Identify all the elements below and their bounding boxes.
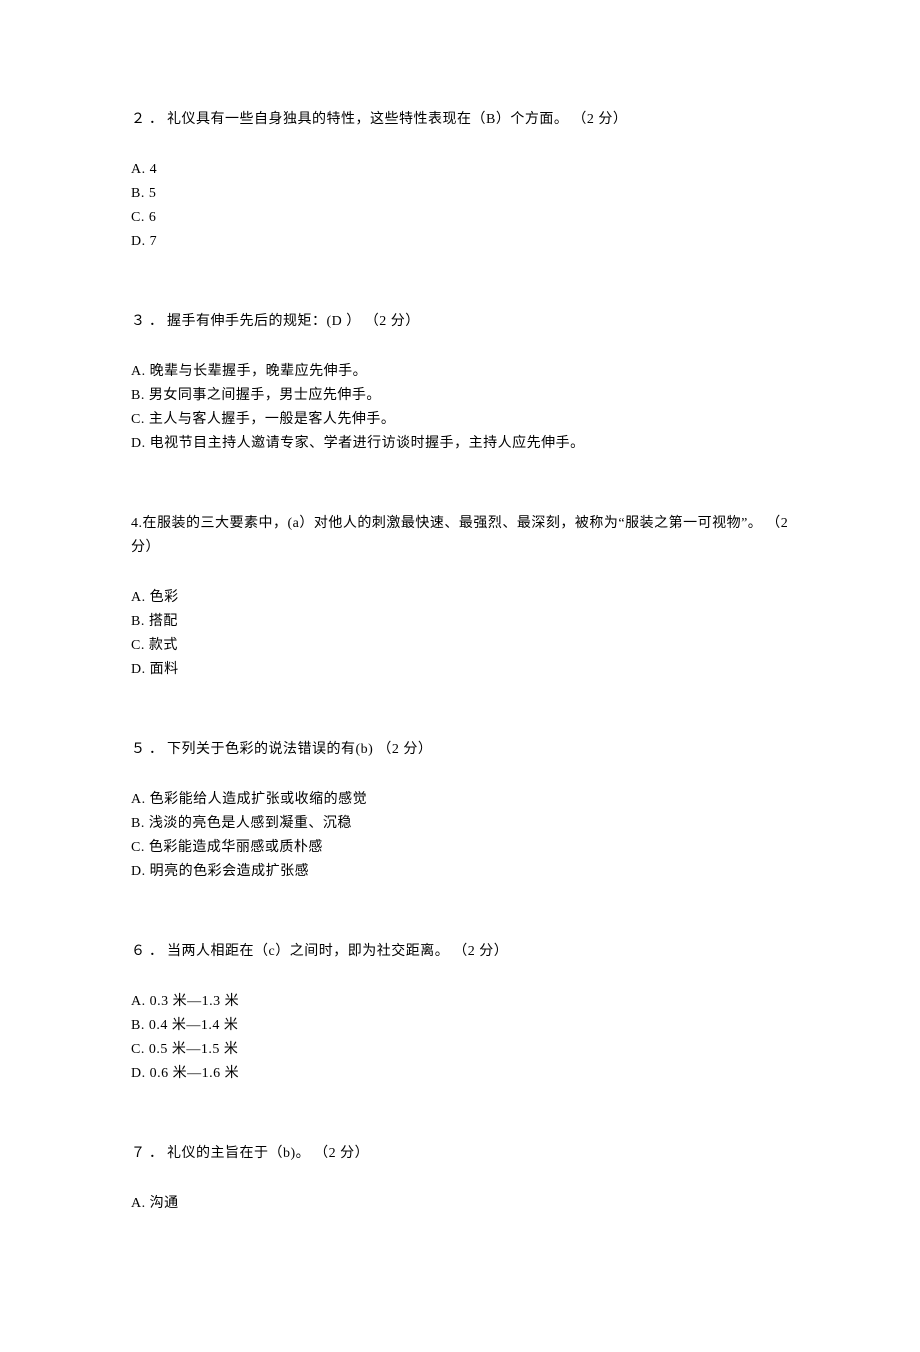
option: C. 0.5 米—1.5 米 [131,1038,795,1062]
option: D. 电视节目主持人邀请专家、学者进行访谈时握手，主持人应先伸手。 [131,432,795,456]
question-text: ５．下列关于色彩的说法错误的有(b) （2 分） [131,738,795,762]
question-text: ６．当两人相距在（c）之间时，即为社交距离。 （2 分） [131,940,795,964]
question-text: ３．握手有伸手先后的规矩：(D ） （2 分） [131,310,795,334]
options-list: A. 0.3 米—1.3 米 B. 0.4 米—1.4 米 C. 0.5 米—1… [131,990,795,1086]
question-block: ５．下列关于色彩的说法错误的有(b) （2 分） A. 色彩能给人造成扩张或收缩… [131,738,795,884]
question-number: ７． [131,1146,167,1161]
question-block: ３．握手有伸手先后的规矩：(D ） （2 分） A. 晚辈与长辈握手，晚辈应先伸… [131,310,795,456]
question-number: ３． [131,314,167,329]
question-body: 礼仪的主旨在于（b)。 （2 分） [167,1146,369,1161]
option: D. 0.6 米—1.6 米 [131,1062,795,1086]
options-list: A. 晚辈与长辈握手，晚辈应先伸手。 B. 男女同事之间握手，男士应先伸手。 C… [131,360,795,456]
question-number: 4. [131,516,143,531]
options-list: A. 沟通 [131,1192,795,1216]
option: B. 男女同事之间握手，男士应先伸手。 [131,384,795,408]
question-text: 4.在服装的三大要素中，(a）对他人的刺激最快速、最强烈、最深刻，被称为“服装之… [131,512,795,560]
question-body: 握手有伸手先后的规矩：(D ） （2 分） [167,314,420,329]
question-body: 当两人相距在（c）之间时，即为社交距离。 （2 分） [167,944,508,959]
option: A. 晚辈与长辈握手，晚辈应先伸手。 [131,360,795,384]
option: A. 色彩 [131,586,795,610]
option: A. 0.3 米—1.3 米 [131,990,795,1014]
question-block: ７．礼仪的主旨在于（b)。 （2 分） A. 沟通 [131,1142,795,1216]
options-list: A. 色彩能给人造成扩张或收缩的感觉 B. 浅淡的亮色是人感到凝重、沉稳 C. … [131,788,795,884]
question-body: 下列关于色彩的说法错误的有(b) （2 分） [167,742,432,757]
option: C. 6 [131,206,795,230]
question-text: ２．礼仪具有一些自身独具的特性，这些特性表现在（B）个方面。 （2 分） [131,108,795,132]
question-number: ５． [131,742,167,757]
option: B. 浅淡的亮色是人感到凝重、沉稳 [131,812,795,836]
option: D. 明亮的色彩会造成扩张感 [131,860,795,884]
option: B. 搭配 [131,610,795,634]
option: A. 4 [131,158,795,182]
question-number: ２． [131,112,167,127]
option: D. 7 [131,230,795,254]
question-text: ７．礼仪的主旨在于（b)。 （2 分） [131,1142,795,1166]
options-list: A. 4 B. 5 C. 6 D. 7 [131,158,795,254]
option: B. 5 [131,182,795,206]
options-list: A. 色彩 B. 搭配 C. 款式 D. 面料 [131,586,795,682]
option: D. 面料 [131,658,795,682]
option: C. 主人与客人握手，一般是客人先伸手。 [131,408,795,432]
document-page: ２．礼仪具有一些自身独具的特性，这些特性表现在（B）个方面。 （2 分） A. … [0,0,920,1352]
option: A. 色彩能给人造成扩张或收缩的感觉 [131,788,795,812]
option: A. 沟通 [131,1192,795,1216]
option: B. 0.4 米—1.4 米 [131,1014,795,1038]
question-number: ６． [131,944,167,959]
question-block: ６．当两人相距在（c）之间时，即为社交距离。 （2 分） A. 0.3 米—1.… [131,940,795,1086]
question-body: 在服装的三大要素中，(a）对他人的刺激最快速、最强烈、最深刻，被称为“服装之第一… [131,516,788,555]
question-block: 4.在服装的三大要素中，(a）对他人的刺激最快速、最强烈、最深刻，被称为“服装之… [131,512,795,682]
question-block: ２．礼仪具有一些自身独具的特性，这些特性表现在（B）个方面。 （2 分） A. … [131,108,795,254]
option: C. 款式 [131,634,795,658]
option: C. 色彩能造成华丽感或质朴感 [131,836,795,860]
question-body: 礼仪具有一些自身独具的特性，这些特性表现在（B）个方面。 （2 分） [167,112,627,127]
